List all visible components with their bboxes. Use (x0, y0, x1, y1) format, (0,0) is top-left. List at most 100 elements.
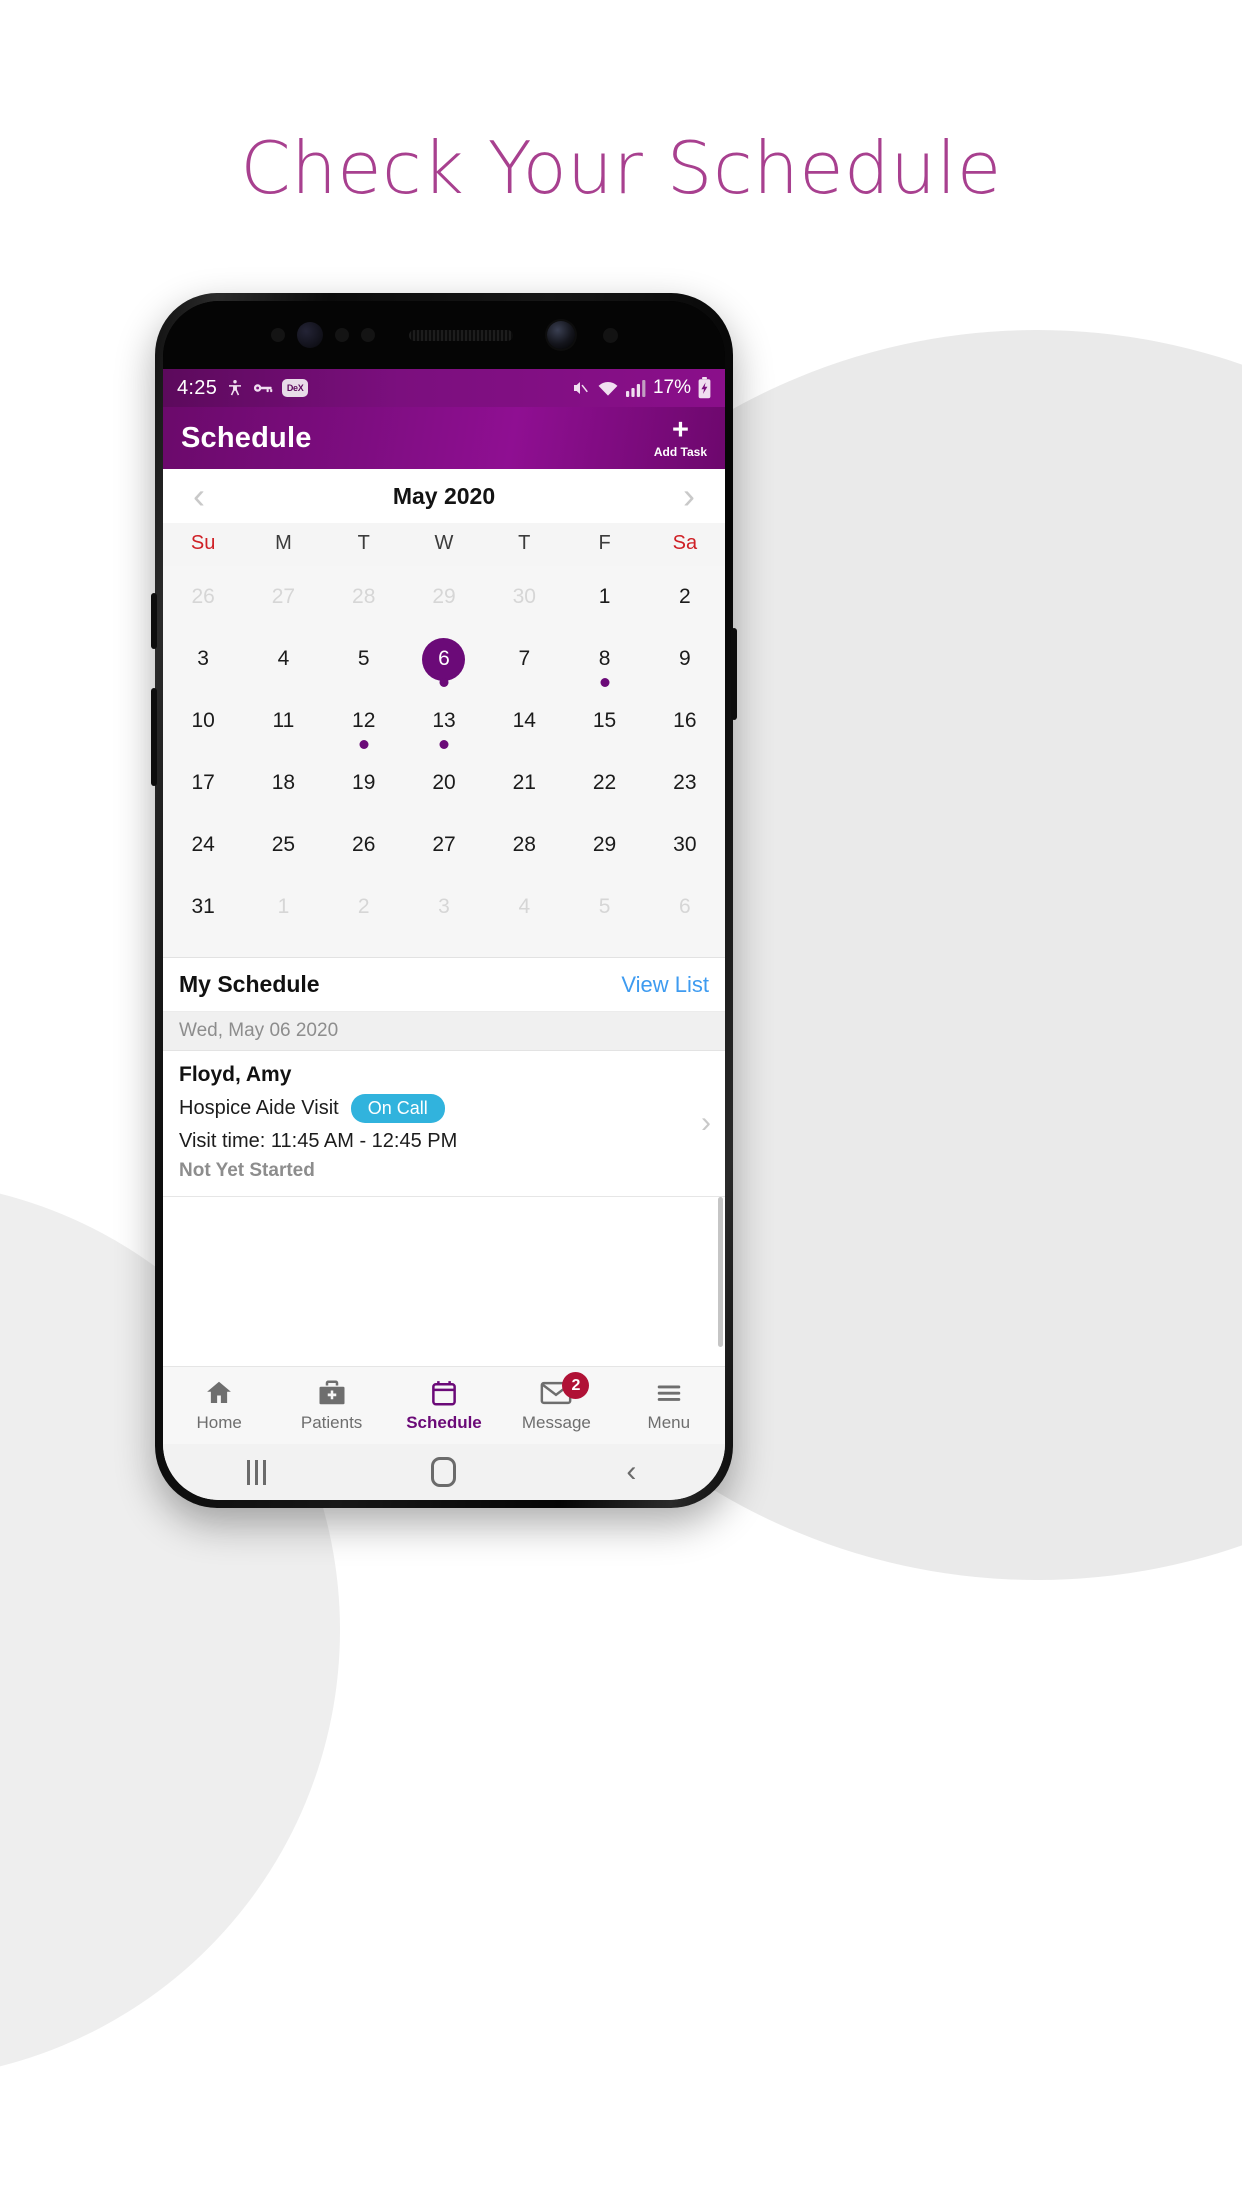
calendar-day[interactable]: 2 (645, 566, 725, 628)
volume-down-button[interactable] (151, 688, 157, 786)
calendar-day[interactable]: 1 (564, 566, 644, 628)
wifi-icon (597, 379, 619, 397)
light-sensor-icon (334, 328, 349, 342)
app-bar: Schedule + Add Task (163, 407, 725, 469)
key-icon (253, 381, 273, 395)
calendar-day[interactable]: 29 (404, 566, 484, 628)
nav-item-message[interactable]: Message 2 (500, 1372, 612, 1433)
calendar-day[interactable]: 30 (645, 814, 725, 876)
nav-item-label: Patients (300, 1413, 363, 1432)
phone-device-frame: 4:25 DeX 17% Schedule + Add Task ‹ May 2… (151, 293, 737, 1508)
calendar-bottom-divider (163, 938, 725, 958)
calendar-day[interactable]: 17 (163, 752, 243, 814)
calendar-day[interactable]: 31 (163, 876, 243, 938)
calendar-day[interactable]: 18 (243, 752, 323, 814)
phone-top-bezel (163, 301, 725, 369)
calendar-day[interactable]: 28 (324, 566, 404, 628)
event-dot-icon (359, 740, 369, 749)
patient-name: Floyd, Amy (179, 1063, 292, 1086)
calendar-day[interactable]: 13 (404, 690, 484, 752)
calendar-day[interactable]: 26 (324, 814, 404, 876)
view-list-link[interactable]: View List (621, 972, 709, 998)
recents-icon[interactable] (247, 1459, 267, 1485)
calendar-day[interactable]: 5 (324, 628, 404, 690)
calendar-day[interactable]: 2 (324, 876, 404, 938)
calendar-day[interactable]: 16 (645, 690, 725, 752)
bottom-navigation[interactable]: Home Patients Schedule Message 2 Menu (163, 1366, 725, 1444)
calendar-day[interactable]: 3 (163, 628, 243, 690)
calendar-month-label: May 2020 (392, 482, 496, 509)
scrollbar[interactable] (718, 1196, 723, 1347)
led-indicator-icon (602, 327, 618, 343)
calendar-day-selected[interactable]: 6 (404, 628, 484, 690)
my-schedule-title: My Schedule (179, 971, 320, 997)
calendar-day[interactable]: 26 (163, 566, 243, 628)
iris-scanner-icon (296, 322, 323, 348)
calendar-day[interactable]: 30 (484, 566, 564, 628)
calendar-day[interactable]: 22 (564, 752, 644, 814)
calendar-day[interactable]: 29 (564, 814, 644, 876)
calendar-day[interactable]: 20 (404, 752, 484, 814)
calendar-widget: ‹ May 2020 › Su M T W T F Sa 26 27 28 29 30 1 2 3 4 5 6 7… (163, 469, 725, 958)
calendar-day[interactable]: 1 (243, 876, 323, 938)
power-button[interactable] (731, 628, 737, 720)
calendar-day[interactable]: 12 (324, 690, 404, 752)
sensor-icon (360, 328, 375, 342)
signal-icon (625, 379, 646, 397)
calendar-day[interactable]: 23 (645, 752, 725, 814)
nav-item-label: Menu (647, 1413, 691, 1432)
appointment-card[interactable]: Floyd, Amy Hospice Aide Visit On Call Visit… (163, 1051, 725, 1197)
calendar-dow-6: Sa (672, 532, 698, 554)
status-bar-right: 17% (570, 377, 711, 399)
status-bar: 4:25 DeX 17% (163, 369, 725, 407)
back-icon[interactable]: ‹ (626, 1457, 636, 1487)
home-pill-icon[interactable] (431, 1457, 457, 1487)
chevron-right-icon[interactable]: › (701, 1106, 711, 1140)
nav-item-patients[interactable]: Patients (275, 1378, 387, 1433)
calendar-day[interactable]: 5 (564, 876, 644, 938)
calendar-day[interactable]: 6 (645, 876, 725, 938)
android-navigation-bar[interactable]: ‹ (163, 1444, 725, 1500)
calendar-dow-1: M (275, 532, 292, 554)
calendar-day[interactable]: 3 (404, 876, 484, 938)
calendar-day[interactable]: 8 (564, 628, 644, 690)
calendar-day[interactable]: 27 (404, 814, 484, 876)
nav-item-label: Schedule (406, 1413, 482, 1432)
calendar-icon (429, 1378, 459, 1408)
earpiece-speaker-icon (408, 329, 513, 341)
calendar-day[interactable]: 4 (484, 876, 564, 938)
add-task-button[interactable]: + Add Task (654, 414, 707, 458)
nav-item-menu[interactable]: Menu (613, 1378, 725, 1433)
hamburger-icon (654, 1378, 684, 1408)
nav-item-home[interactable]: Home (163, 1378, 275, 1433)
volume-up-button[interactable] (151, 593, 157, 649)
plus-icon: + (671, 414, 689, 447)
nav-item-schedule[interactable]: Schedule (388, 1378, 500, 1433)
calendar-day-grid[interactable]: 26 27 28 29 30 1 2 3 4 5 6 7 8 9 10 11 12 13 14 15 16 17 18 19 2… (163, 566, 725, 938)
proximity-sensor-icon (270, 328, 285, 342)
calendar-day[interactable]: 4 (243, 628, 323, 690)
calendar-day[interactable]: 19 (324, 752, 404, 814)
calendar-day[interactable]: 27 (243, 566, 323, 628)
page-title: Check Your Schedule (240, 126, 1002, 210)
notification-badge: 2 (562, 1372, 590, 1399)
mute-icon (570, 379, 590, 397)
calendar-day[interactable]: 9 (645, 628, 725, 690)
calendar-day[interactable]: 14 (484, 690, 564, 752)
status-badge: On Call (350, 1094, 445, 1123)
calendar-day[interactable]: 21 (484, 752, 564, 814)
calendar-day[interactable]: 10 (163, 690, 243, 752)
clock-label: 4:25 (177, 376, 218, 399)
calendar-day[interactable]: 25 (243, 814, 323, 876)
calendar-day[interactable]: 28 (484, 814, 564, 876)
battery-charging-icon (698, 377, 711, 399)
calendar-day[interactable]: 11 (243, 690, 323, 752)
calendar-dow-3: W (434, 532, 454, 554)
prev-month-button[interactable]: ‹ (179, 478, 219, 514)
status-bar-left: 4:25 DeX (177, 376, 309, 400)
next-month-button[interactable]: › (669, 478, 709, 514)
calendar-day[interactable]: 24 (163, 814, 243, 876)
visit-type-row: Hospice Aide Visit On Call (179, 1094, 709, 1123)
calendar-day[interactable]: 15 (564, 690, 644, 752)
calendar-day[interactable]: 7 (484, 628, 564, 690)
